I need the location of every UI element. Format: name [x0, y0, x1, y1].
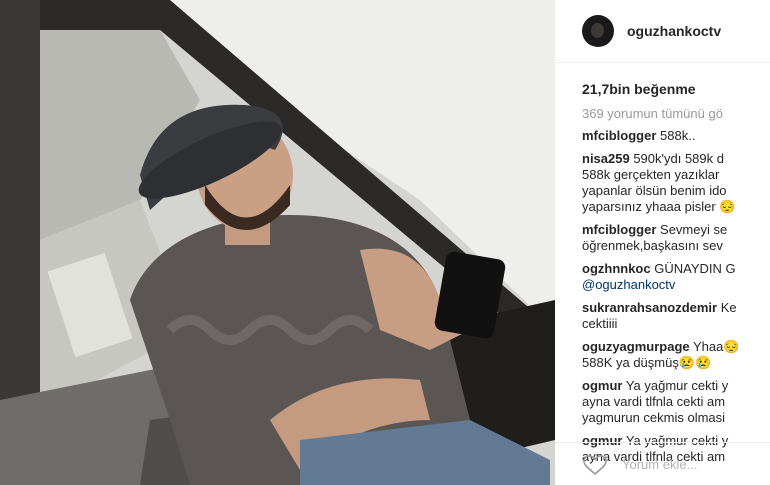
comment-text: @oguzhankoctv — [582, 277, 676, 292]
comment-line: 588k gerçekten yazıklar — [582, 167, 770, 183]
comment-line: yapanlar ölsün benim ido — [582, 183, 770, 199]
comment-line: sukranrahsanozdemir Ke — [582, 300, 770, 316]
likes-count[interactable]: 21,7bin beğenme — [555, 63, 770, 97]
comment-text: 588K ya düşmüş😢😢 — [582, 355, 712, 370]
comment-bar: Yorum ekle... — [555, 442, 770, 485]
comment-item: mfciblogger Sevmeyi se öğrenmek,başkasını… — [582, 222, 770, 254]
comment-text: yaparsınız yhaaa pisler 😔 — [582, 199, 736, 214]
comment-text: öğrenmek,başkasını sev — [582, 238, 723, 253]
view-all-comments-link[interactable]: 369 yorumun tümünü gö — [582, 106, 770, 121]
comment-line: oguzyagmurpage Yhaa😔 — [582, 339, 770, 355]
comment-username[interactable]: ogzhnnkoc — [582, 261, 651, 276]
username-link[interactable]: oguzhankoctv — [627, 23, 721, 39]
comment-text: ayna vardi tlfnla cekti am — [582, 394, 726, 409]
add-comment-input[interactable]: Yorum ekle... — [622, 457, 697, 472]
comment-line: ogmur Ya yağmur cekti y — [582, 378, 770, 394]
comment-text: Yhaa😔 — [693, 339, 740, 354]
comment-text: 588k.. — [660, 128, 696, 143]
comment-text: cektiiii — [582, 316, 618, 331]
avatar[interactable] — [582, 15, 614, 47]
comment-username[interactable]: oguzyagmurpage — [582, 339, 690, 354]
comment-line: 588K ya düşmüş😢😢 — [582, 355, 770, 371]
comment-text: yapanlar ölsün benim ido — [582, 183, 727, 198]
comment-item: oguzyagmurpage Yhaa😔 588K ya düşmüş😢😢 — [582, 339, 770, 371]
comment-item: sukranrahsanozdemir Ke cektiiii — [582, 300, 770, 332]
comment-line: nisa259 590k'ydı 589k d — [582, 151, 770, 167]
comment-text: Ke — [720, 300, 737, 315]
comment-line: mfciblogger 588k.. — [582, 128, 770, 144]
comment-item: ogzhnnkoc GÜNAYDIN G @oguzhankoctv — [582, 261, 770, 293]
post-photo-image — [0, 0, 555, 485]
comment-username[interactable]: mfciblogger — [582, 128, 656, 143]
comment-text: yagmurun cekmis olmasi — [582, 410, 726, 425]
comment-line: ogzhnnkoc GÜNAYDIN G — [582, 261, 770, 277]
comment-item: mfciblogger 588k.. — [582, 128, 770, 144]
comments-container: mfciblogger 588k.. nisa259 590k'ydı 589k … — [582, 128, 770, 465]
comment-username[interactable]: mfciblogger — [582, 222, 656, 237]
comment-line: ayna vardi tlfnla cekti am — [582, 394, 770, 410]
post-photo[interactable] — [0, 0, 555, 485]
comment-text: Ya yağmur cekti y — [625, 378, 729, 393]
heart-outline-icon[interactable] — [582, 454, 608, 476]
comment-line: öğrenmek,başkasını sev — [582, 238, 770, 254]
post-sidebar: oguzhankoctv 21,7bin beğenme 369 yorumun… — [555, 0, 770, 485]
comment-text: Sevmeyi se — [660, 222, 728, 237]
post-header: oguzhankoctv — [555, 0, 770, 63]
comment-line: yaparsınız yhaaa pisler 😔 — [582, 199, 770, 215]
comment-item: nisa259 590k'ydı 589k d 588k gerçekten ya… — [582, 151, 770, 215]
comment-line: mfciblogger Sevmeyi se — [582, 222, 770, 238]
comment-item: ogmur Ya yağmur cekti y ayna vardi tlfnla… — [582, 378, 770, 426]
comment-username[interactable]: ogmur — [582, 378, 622, 393]
comment-list: 369 yorumun tümünü gö mfciblogger 588k..… — [555, 97, 770, 465]
comment-line: yagmurun cekmis olmasi — [582, 410, 770, 426]
comment-username[interactable]: nisa259 — [582, 151, 630, 166]
comment-text: GÜNAYDIN G — [654, 261, 736, 276]
comment-line: cektiiii — [582, 316, 770, 332]
comment-text: 588k gerçekten yazıklar — [582, 167, 720, 182]
comment-username[interactable]: sukranrahsanozdemir — [582, 300, 717, 315]
comment-line: @oguzhankoctv — [582, 277, 770, 293]
comment-text: 590k'ydı 589k d — [633, 151, 724, 166]
